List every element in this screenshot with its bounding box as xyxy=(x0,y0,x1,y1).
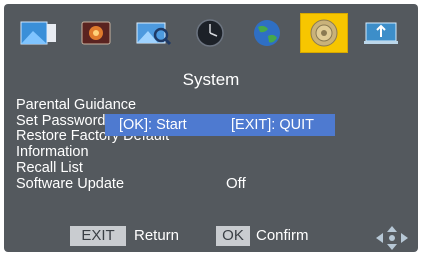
menu-item-recall-list[interactable]: Recall List xyxy=(16,161,83,176)
picture-icon[interactable] xyxy=(15,13,63,53)
menu-item-software-update[interactable]: Software Update xyxy=(16,177,124,192)
footer-bar: EXIT Return OK Confirm xyxy=(4,214,418,252)
exit-key[interactable]: EXIT xyxy=(70,226,126,246)
confirm-popup: [OK]: Start [EXIT]: QUIT xyxy=(105,114,335,136)
menu-icon-bar xyxy=(4,4,418,64)
settings-gear-icon[interactable] xyxy=(300,13,348,53)
return-label: Return xyxy=(134,227,180,244)
globe-icon[interactable] xyxy=(243,13,291,53)
osd-screen: System Parental Guidance Set Password Re… xyxy=(4,4,418,252)
menu-item-information[interactable]: Information xyxy=(16,145,89,160)
ok-key[interactable]: OK xyxy=(216,226,250,246)
usb-icon[interactable] xyxy=(357,13,405,53)
media-icon[interactable] xyxy=(72,13,120,53)
menu-item-parental-guidance[interactable]: Parental Guidance xyxy=(16,98,136,113)
search-icon[interactable] xyxy=(129,13,177,53)
recall-list-value[interactable]: Off xyxy=(226,175,246,192)
confirm-label: Confirm xyxy=(256,227,309,244)
popup-ok-hint[interactable]: [OK]: Start xyxy=(119,117,187,133)
page-title: System xyxy=(182,70,240,89)
navigation-arrows-icon xyxy=(376,226,408,252)
menu-item-set-password[interactable]: Set Password xyxy=(16,114,105,129)
clock-icon[interactable] xyxy=(186,13,234,53)
popup-exit-hint[interactable]: [EXIT]: QUIT xyxy=(231,117,314,133)
